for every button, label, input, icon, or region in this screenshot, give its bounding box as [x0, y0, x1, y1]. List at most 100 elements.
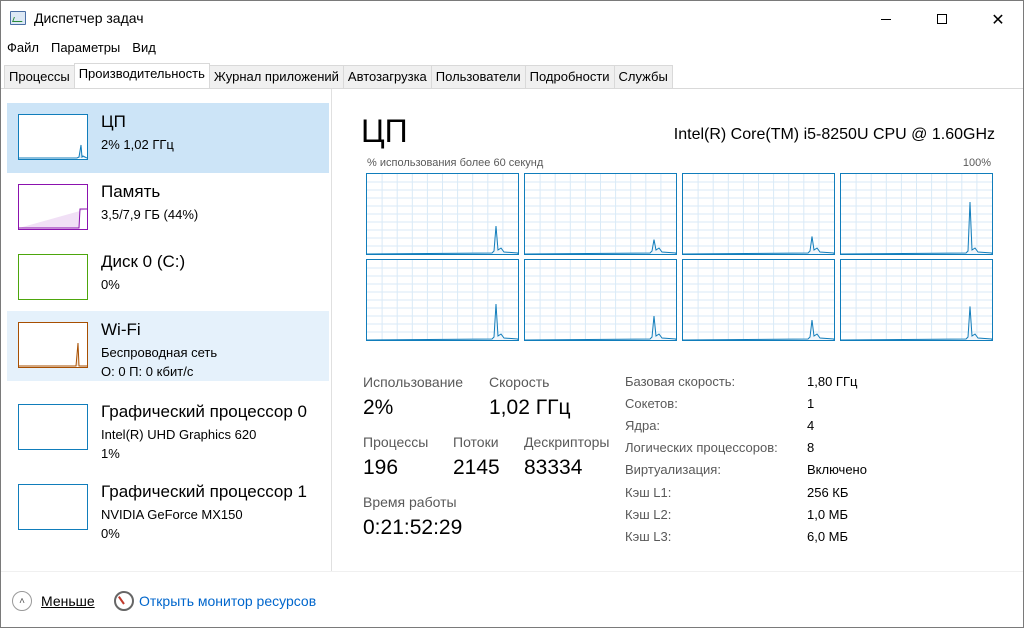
- minimize-button[interactable]: [863, 1, 909, 37]
- resource-name: Память: [101, 182, 161, 201]
- resource-monitor-icon[interactable]: [114, 591, 134, 611]
- menu-bar: Файл Параметры Вид: [1, 37, 162, 59]
- menu-options[interactable]: Параметры: [45, 37, 126, 59]
- menu-file[interactable]: Файл: [1, 37, 45, 59]
- processor-graph-canvas: [841, 174, 992, 254]
- tab-details[interactable]: Подробности: [524, 65, 615, 88]
- chevron-up-icon[interactable]: ˄: [12, 591, 32, 611]
- speed-label: Скорость: [489, 374, 550, 390]
- cpu-model-name: Intel(R) Core(TM) i5-8250U CPU @ 1.60GHz: [673, 126, 995, 143]
- uptime-value: 0:21:52:29: [363, 516, 463, 539]
- menu-view[interactable]: Вид: [126, 37, 162, 59]
- memory-thumbnail-graph: [18, 184, 88, 230]
- spec-label: Кэш L2:: [625, 507, 672, 522]
- tab-services[interactable]: Службы: [613, 65, 673, 88]
- logical-processor-graph: [840, 173, 993, 255]
- spec-value: 1,0 МБ: [807, 507, 849, 522]
- tab-processes[interactable]: Процессы: [4, 65, 75, 88]
- spec-label: Ядра:: [625, 418, 661, 433]
- processor-graph-canvas: [683, 260, 834, 340]
- logical-processor-graph: [682, 259, 835, 341]
- resource-name: Графический процессор 1: [101, 482, 308, 501]
- processor-graph-canvas: [841, 260, 992, 340]
- uptime-label: Время работы: [363, 494, 457, 510]
- processes-label: Процессы: [363, 434, 429, 450]
- spec-value: 1: [807, 396, 815, 411]
- logical-processor-graph: [682, 173, 835, 255]
- close-icon: ✕: [991, 9, 1005, 29]
- tab-app-history[interactable]: Журнал приложений: [208, 65, 344, 88]
- handles-value: 83334: [524, 456, 583, 479]
- spec-value: 4: [807, 418, 815, 433]
- logical-processor-graph: [524, 173, 677, 255]
- tab-startup[interactable]: Автозагрузка: [342, 65, 432, 88]
- maximize-button[interactable]: [919, 1, 965, 37]
- resource-detail: Беспроводная сеть: [101, 345, 218, 360]
- spec-label: Кэш L1:: [625, 485, 672, 500]
- gpu1-thumbnail-graph: [18, 484, 88, 530]
- spec-value: 6,0 МБ: [807, 529, 849, 544]
- resource-detail-2: О: 0 П: 0 кбит/с: [101, 364, 194, 379]
- processor-graph-canvas: [683, 174, 834, 254]
- wifi-thumbnail-graph: [18, 322, 88, 368]
- processor-graph-canvas: [367, 260, 518, 340]
- graph-max-label: 100%: [962, 157, 991, 169]
- processor-graph-canvas: [525, 174, 676, 254]
- performance-title: ЦП: [361, 113, 408, 149]
- tab-users[interactable]: Пользователи: [430, 65, 526, 88]
- resource-item-cpu[interactable]: ЦП 2% 1,02 ГГц: [7, 103, 329, 173]
- resource-item-gpu1[interactable]: Графический процессор 1 NVIDIA GeForce M…: [7, 473, 329, 543]
- disk-thumbnail-graph: [18, 254, 88, 300]
- footer-divider: [1, 571, 1023, 572]
- resource-item-memory[interactable]: Память 3,5/7,9 ГБ (44%): [7, 173, 329, 243]
- threads-value: 2145: [453, 456, 500, 479]
- resource-list: ЦП 2% 1,02 ГГц Память 3,5/7,9 ГБ (44%) Д…: [1, 89, 332, 571]
- window-title: Диспетчер задач: [34, 10, 144, 26]
- spec-value: 256 КБ: [807, 485, 849, 500]
- resource-item-gpu0[interactable]: Графический процессор 0 Intel(R) UHD Gra…: [7, 393, 329, 463]
- spec-label: Сокетов:: [625, 396, 678, 411]
- speed-value: 1,02 ГГц: [489, 396, 571, 419]
- spec-label: Виртуализация:: [625, 462, 721, 477]
- graph-caption: % использования более 60 секунд: [367, 157, 544, 169]
- resource-name: Диск 0 (C:): [101, 252, 186, 271]
- spec-value: 1,80 ГГц: [807, 374, 858, 389]
- processor-graph-canvas: [525, 260, 676, 340]
- threads-label: Потоки: [453, 434, 499, 450]
- close-button[interactable]: ✕: [975, 1, 1021, 37]
- logical-processor-graphs[interactable]: [366, 173, 994, 343]
- spec-value: 8: [807, 440, 815, 455]
- spec-label: Базовая скорость:: [625, 374, 736, 389]
- spec-label: Логических процессоров:: [625, 440, 778, 455]
- resource-detail: NVIDIA GeForce MX150: [101, 507, 243, 522]
- maximize-icon: [937, 14, 947, 24]
- logical-processor-graph: [840, 259, 993, 341]
- title-bar[interactable]: Диспетчер задач ✕: [1, 1, 1023, 37]
- logical-processor-graph: [366, 259, 519, 341]
- spec-label: Кэш L3:: [625, 529, 672, 544]
- resource-name: Графический процессор 0: [101, 402, 308, 421]
- wifi-thumbnail-sparkline: [19, 342, 87, 367]
- resource-item-wifi[interactable]: Wi-Fi Беспроводная сеть О: 0 П: 0 кбит/с: [7, 311, 329, 381]
- minimize-icon: [881, 18, 891, 20]
- open-resource-monitor-link[interactable]: Открыть монитор ресурсов: [139, 593, 316, 609]
- fewer-details-link[interactable]: Меньше: [41, 593, 95, 609]
- logical-processor-graph: [524, 259, 677, 341]
- resource-detail-2: 1%: [101, 446, 120, 461]
- cpu-thumbnail-graph: [18, 114, 88, 160]
- logical-processor-graph: [366, 173, 519, 255]
- handles-label: Дескрипторы: [524, 434, 610, 450]
- resource-detail: 0%: [101, 277, 120, 292]
- resource-detail: 3,5/7,9 ГБ (44%): [101, 207, 199, 222]
- tab-performance[interactable]: Производительность: [73, 63, 210, 88]
- spec-value: Включено: [807, 462, 867, 477]
- processes-value: 196: [363, 456, 399, 479]
- resource-detail: Intel(R) UHD Graphics 620: [101, 427, 257, 442]
- task-manager-window: Диспетчер задач ✕ Файл Параметры Вид Про…: [0, 0, 1024, 628]
- gpu0-thumbnail-graph: [18, 404, 88, 450]
- resource-detail-2: 0%: [101, 526, 120, 541]
- usage-label: Использование: [363, 374, 464, 390]
- resource-item-disk[interactable]: Диск 0 (C:) 0%: [7, 243, 329, 313]
- tab-strip: Процессы Производительность Журнал прило…: [4, 63, 673, 88]
- cpu-thumbnail-sparkline: [19, 144, 88, 159]
